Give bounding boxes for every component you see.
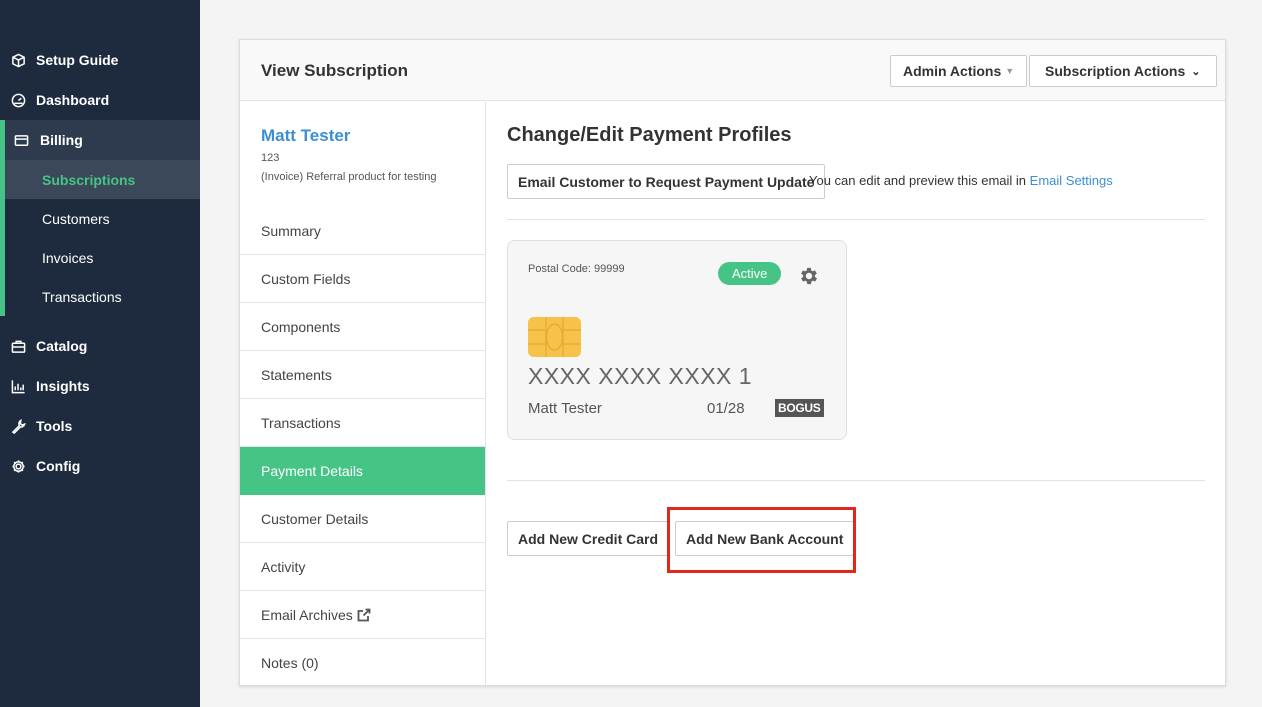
briefcase-icon: [10, 338, 26, 354]
tab-activity[interactable]: Activity: [240, 543, 485, 591]
nav-subscriptions[interactable]: Subscriptions: [5, 160, 200, 199]
nav-label: Config: [36, 458, 81, 474]
payment-profile-card: Postal Code: 99999 Active XXXX XXXX XXXX…: [507, 240, 847, 440]
tab-email-archives[interactable]: Email Archives: [240, 591, 485, 639]
nav-label: Billing: [40, 132, 83, 148]
card-number: XXXX XXXX XXXX 1: [528, 363, 753, 389]
credit-card-icon: [14, 132, 30, 148]
admin-actions-dropdown[interactable]: Admin Actions ▼: [890, 55, 1028, 87]
nav-tools[interactable]: Tools: [0, 406, 200, 446]
status-badge: Active: [718, 262, 782, 285]
bar-chart-icon: [10, 378, 26, 394]
wrench-icon: [10, 418, 26, 434]
nav-customers[interactable]: Customers: [5, 199, 200, 238]
nav-transactions[interactable]: Transactions: [5, 277, 200, 316]
subscription-panel: View Subscription Admin Actions ▼ Subscr…: [239, 39, 1226, 686]
tab-custom-fields[interactable]: Custom Fields: [240, 255, 485, 303]
tab-summary[interactable]: Summary: [240, 207, 485, 255]
card-chip-icon: [528, 317, 581, 357]
email-note-text: You can edit and preview this email in: [809, 173, 1030, 188]
divider: [507, 480, 1205, 481]
nav-label: Insights: [36, 378, 90, 394]
tab-label: Email Archives: [261, 606, 353, 623]
tab-statements[interactable]: Statements: [240, 351, 485, 399]
tab-customer-details[interactable]: Customer Details: [240, 495, 485, 543]
nav-insights[interactable]: Insights: [0, 366, 200, 406]
nav-label: Tools: [36, 418, 73, 434]
postal-code: Postal Code: 99999: [528, 263, 625, 275]
page-title: View Subscription: [261, 61, 409, 80]
nav-invoices[interactable]: Invoices: [5, 238, 200, 277]
panel-header: View Subscription Admin Actions ▼ Subscr…: [240, 40, 1225, 101]
caret-down-icon: ▼: [1005, 66, 1015, 76]
section-title: Change/Edit Payment Profiles: [507, 124, 792, 146]
nav-billing[interactable]: Billing: [5, 120, 200, 160]
email-settings-link[interactable]: Email Settings: [1030, 173, 1113, 188]
email-customer-button[interactable]: Email Customer to Request Payment Update: [507, 164, 826, 199]
gear-icon[interactable]: [798, 265, 820, 287]
chevron-down-icon: ⌄: [1191, 65, 1201, 78]
nav-config[interactable]: Config: [0, 446, 200, 486]
nav-label: Setup Guide: [36, 52, 119, 68]
billing-section: Billing Subscriptions Customers Invoices…: [0, 120, 200, 316]
email-note: You can edit and preview this email in E…: [809, 173, 1113, 188]
subscription-actions-label: Subscription Actions: [1045, 63, 1186, 79]
card-brand-logo: BOGUS: [775, 399, 824, 417]
external-link-icon: [357, 608, 371, 622]
admin-actions-label: Admin Actions: [903, 63, 1002, 79]
tab-transactions[interactable]: Transactions: [240, 399, 485, 447]
tab-payment-details[interactable]: Payment Details: [240, 447, 485, 495]
card-expiry: 01/28: [707, 400, 745, 417]
subscription-actions-dropdown[interactable]: Subscription Actions ⌄: [1029, 55, 1217, 87]
nav-catalog[interactable]: Catalog: [0, 326, 200, 366]
sidebar: Setup Guide Dashboard Billing Subscripti…: [0, 0, 200, 707]
card-holder-name: Matt Tester: [528, 400, 602, 417]
box-icon: [10, 52, 26, 68]
nav-label: Dashboard: [36, 92, 110, 108]
tab-notes[interactable]: Notes (0): [240, 639, 485, 687]
customer-id: 123: [261, 152, 280, 164]
nav-dashboard[interactable]: Dashboard: [0, 80, 200, 120]
add-credit-card-button[interactable]: Add New Credit Card: [507, 521, 670, 556]
product-name: (Invoice) Referral product for testing: [261, 171, 437, 183]
nav-setup-guide[interactable]: Setup Guide: [0, 40, 200, 80]
gear-icon: [10, 458, 26, 474]
highlight-box: [667, 507, 856, 573]
customer-name-link[interactable]: Matt Tester: [261, 126, 350, 146]
gauge-icon: [10, 92, 26, 108]
tab-components[interactable]: Components: [240, 303, 485, 351]
divider: [507, 219, 1205, 220]
subscription-subnav: Matt Tester 123 (Invoice) Referral produ…: [240, 102, 486, 686]
nav-label: Catalog: [36, 338, 88, 354]
